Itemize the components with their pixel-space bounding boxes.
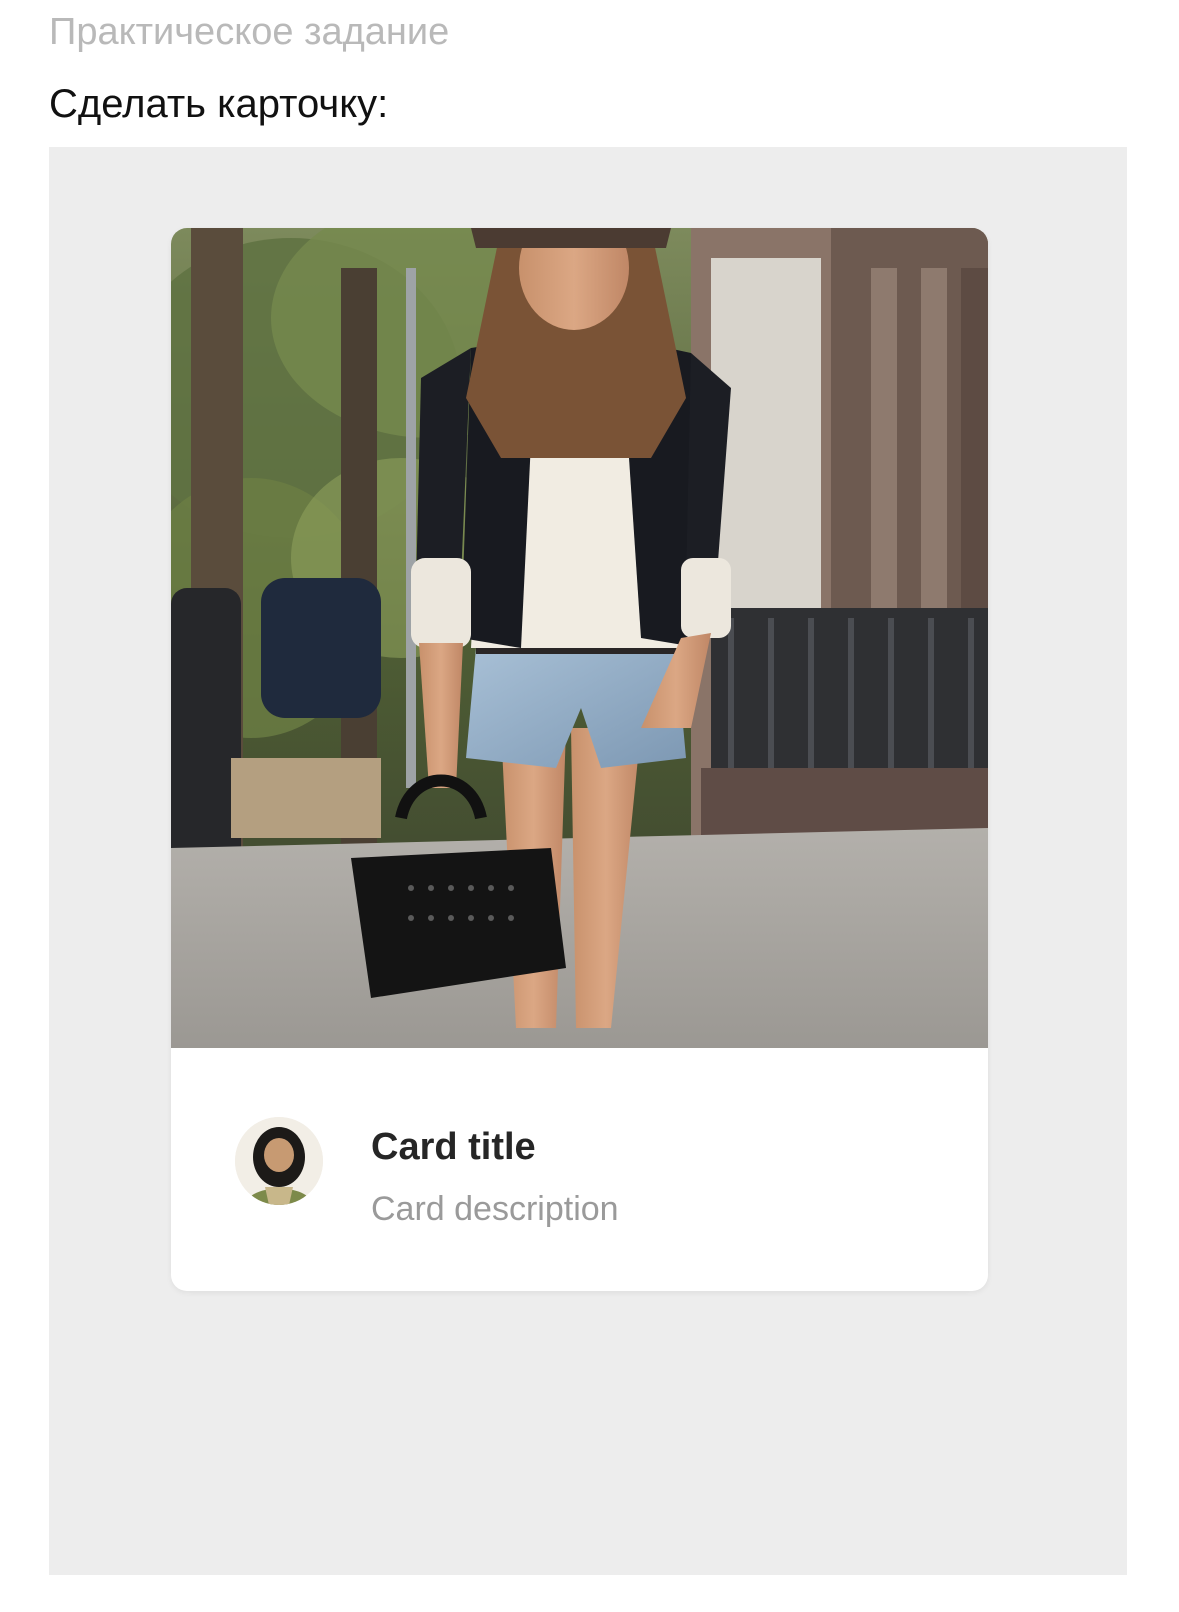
- avatar[interactable]: [235, 1117, 323, 1205]
- card-meta: Card title Card description: [171, 1048, 988, 1291]
- page-heading: Сделать карточку:: [49, 82, 389, 126]
- card: Card title Card description: [171, 228, 988, 1291]
- preview-stage: Card title Card description: [49, 147, 1127, 1575]
- card-description: Card description: [371, 1190, 619, 1228]
- avatar-image: [235, 1117, 323, 1205]
- page-subtitle: Практическое задание: [49, 11, 450, 53]
- card-title: Card title: [371, 1126, 536, 1168]
- card-cover-image: [171, 228, 988, 1048]
